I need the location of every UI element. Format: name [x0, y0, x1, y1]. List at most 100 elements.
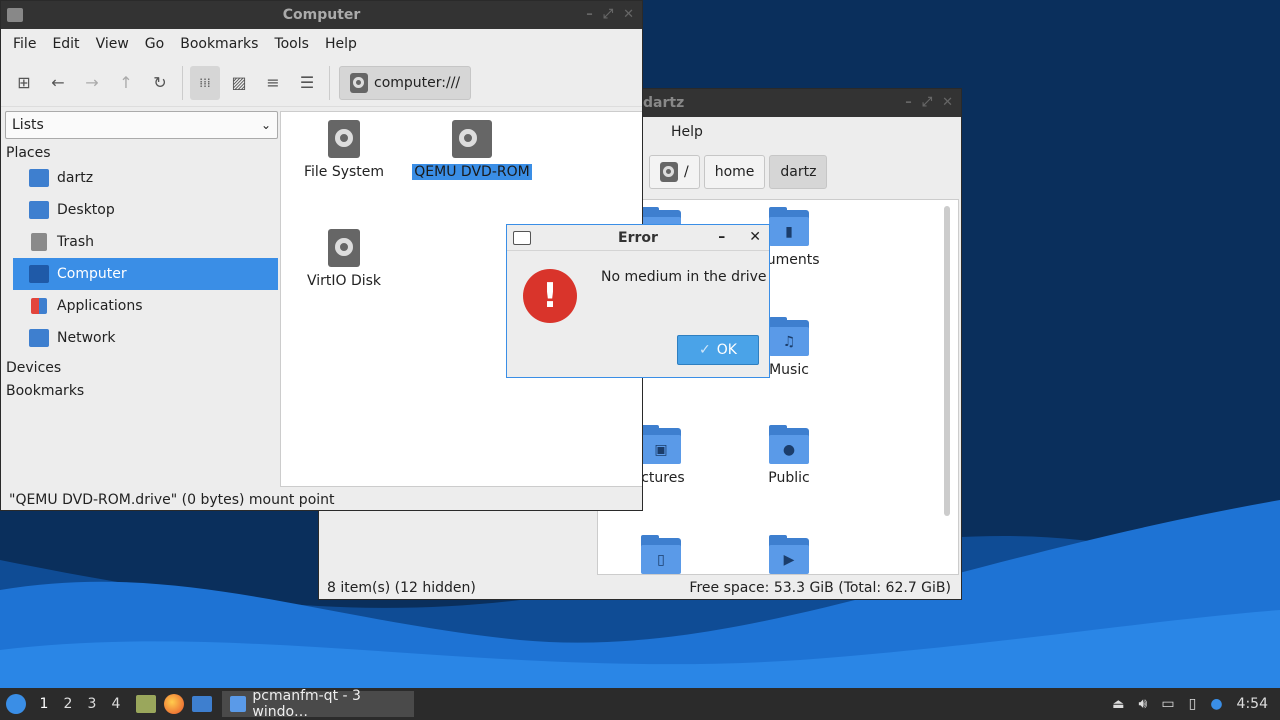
folder-templates[interactable]: ▯	[606, 535, 716, 574]
window-icon	[513, 231, 531, 245]
menu-file[interactable]: File	[5, 36, 44, 52]
close-icon[interactable]: ✕	[942, 95, 953, 110]
drive-icon	[350, 72, 368, 93]
scrollbar[interactable]	[944, 206, 950, 516]
task-pcmanfm[interactable]: pcmanfm-qt - 3 windo…	[222, 688, 414, 720]
path-button-computer[interactable]: computer:///	[339, 65, 472, 100]
detail-view-button[interactable]: ☰	[292, 66, 322, 100]
error-message: No medium in the drive	[601, 269, 767, 285]
sidebar-item-trash[interactable]: Trash	[13, 226, 278, 258]
compact-view-button[interactable]: ≡	[258, 66, 288, 100]
computer-toolbar: ⊞ ← → ↑ ↻ ⁞⁞⁞ ▨ ≡ ☰ computer:///	[1, 59, 642, 107]
desktop-launcher-icon[interactable]	[192, 696, 212, 712]
close-icon[interactable]: ✕	[749, 229, 761, 245]
menu-help[interactable]: Help	[663, 124, 711, 140]
update-notifier-icon[interactable]: ●	[1210, 696, 1222, 712]
up-button[interactable]: ↑	[111, 66, 141, 100]
forward-button[interactable]: →	[77, 66, 107, 100]
desktop-switch-3[interactable]: 3	[80, 696, 104, 712]
reload-button[interactable]: ↻	[145, 66, 175, 100]
path-dartz-button[interactable]: dartz	[769, 155, 828, 189]
home-path-bar: / home dartz	[649, 155, 828, 189]
folder-icon	[230, 696, 247, 712]
thumbnail-view-button[interactable]: ▨	[224, 66, 254, 100]
menu-edit[interactable]: Edit	[44, 36, 87, 52]
path-home-button[interactable]: home	[703, 155, 766, 189]
applications-icon	[31, 298, 47, 314]
maximize-icon[interactable]: ⤢	[603, 7, 613, 22]
error-dialog-titlebar[interactable]: Error – ✕	[507, 225, 769, 251]
reload-icon: ↻	[153, 73, 167, 92]
arrow-up-icon: ↑	[119, 73, 133, 92]
menu-view[interactable]: View	[88, 36, 137, 52]
window-menu-icon[interactable]	[7, 8, 23, 22]
dvd-rom-item[interactable]: QEMU DVD-ROM	[407, 120, 537, 180]
side-pane-mode-select[interactable]: Lists ⌄	[5, 111, 278, 139]
clock[interactable]: 4:54	[1237, 696, 1268, 712]
clipboard-icon[interactable]: ▯	[1189, 696, 1197, 712]
folder-icon: ●	[769, 425, 809, 464]
minimize-icon[interactable]: –	[586, 7, 593, 22]
new-tab-icon: ⊞	[17, 73, 31, 92]
desktop-switch-2[interactable]: 2	[56, 696, 80, 712]
side-pane: Lists ⌄ Places dartz Desktop Trash Compu…	[3, 109, 278, 485]
icon-view-button[interactable]: ⁞⁞⁞	[190, 65, 220, 100]
error-icon: !	[523, 269, 577, 323]
computer-window-controls: – ⤢ ✕	[586, 7, 634, 22]
sidebar-item-desktop[interactable]: Desktop	[13, 194, 278, 226]
minimize-icon[interactable]: –	[718, 229, 725, 245]
detail-list-icon: ☰	[299, 73, 315, 92]
folder-public[interactable]: ● Public	[734, 425, 844, 486]
grid-icon: ⁞⁞⁞	[199, 75, 211, 90]
sidebar-item-computer[interactable]: Computer	[13, 258, 278, 290]
folder-icon: ▯	[641, 535, 681, 574]
system-tray: ⏏ 🔊︎ ▭ ▯ ● 4:54	[1112, 696, 1280, 712]
places-header[interactable]: Places	[3, 139, 278, 162]
menu-help[interactable]: Help	[317, 36, 365, 52]
minimize-icon[interactable]: –	[905, 95, 912, 110]
folder-videos[interactable]: ▶	[734, 535, 844, 574]
devices-header[interactable]: Devices	[3, 354, 278, 377]
menu-go[interactable]: Go	[137, 36, 172, 52]
close-icon[interactable]: ✕	[623, 7, 634, 22]
drive-icon	[328, 120, 360, 158]
computer-statusbar: "QEMU DVD-ROM.drive" (0 bytes) mount poi…	[9, 489, 335, 511]
drive-icon	[328, 229, 360, 267]
quicklaunch	[136, 694, 212, 714]
list-icon: ≡	[266, 73, 280, 92]
volume-icon[interactable]: 🔊︎	[1139, 696, 1148, 712]
checkmark-icon: ✓	[699, 342, 711, 358]
home-window-title: dartz	[643, 95, 685, 111]
toolbar-separator	[329, 65, 330, 100]
error-dialog[interactable]: Error – ✕ ! No medium in the drive ✓ OK	[506, 224, 770, 378]
sidebar-item-applications[interactable]: Applications	[13, 290, 278, 322]
file-system-item[interactable]: File System	[289, 120, 399, 180]
folder-icon: ♫	[769, 317, 809, 356]
desktop-switch-1[interactable]: 1	[32, 696, 56, 712]
virtio-disk-item[interactable]: VirtIO Disk	[289, 229, 399, 289]
desktop-switch-4[interactable]: 4	[104, 696, 128, 712]
folder-icon: ▶	[769, 535, 809, 574]
desktop-icon	[29, 201, 49, 219]
home-window-controls: – ⤢ ✕	[905, 95, 953, 110]
maximize-icon[interactable]: ⤢	[922, 95, 932, 110]
path-root-button[interactable]: /	[649, 155, 700, 189]
bookmarks-header[interactable]: Bookmarks	[3, 377, 278, 400]
ok-button[interactable]: ✓ OK	[677, 335, 759, 365]
sidebar-item-dartz[interactable]: dartz	[13, 162, 278, 194]
sidebar-item-network[interactable]: Network	[13, 322, 278, 354]
firefox-icon[interactable]	[164, 694, 184, 714]
menu-tools[interactable]: Tools	[266, 36, 317, 52]
taskbar: 1 2 3 4 pcmanfm-qt - 3 windo… ⏏ 🔊︎ ▭ ▯ ●…	[0, 688, 1280, 720]
network-tray-icon[interactable]: ▭	[1161, 696, 1174, 712]
new-tab-button[interactable]: ⊞	[9, 66, 39, 100]
home-folder-icon	[29, 169, 49, 187]
menu-bookmarks[interactable]: Bookmarks	[172, 36, 266, 52]
start-menu-button[interactable]	[0, 694, 32, 714]
computer-window-title: Computer	[282, 7, 361, 23]
computer-window-titlebar[interactable]: Computer – ⤢ ✕	[1, 1, 642, 29]
file-manager-launcher-icon[interactable]	[136, 695, 156, 713]
computer-menubar: File Edit View Go Bookmarks Tools Help	[1, 29, 642, 59]
back-button[interactable]: ←	[43, 66, 73, 100]
eject-icon[interactable]: ⏏	[1112, 697, 1124, 712]
